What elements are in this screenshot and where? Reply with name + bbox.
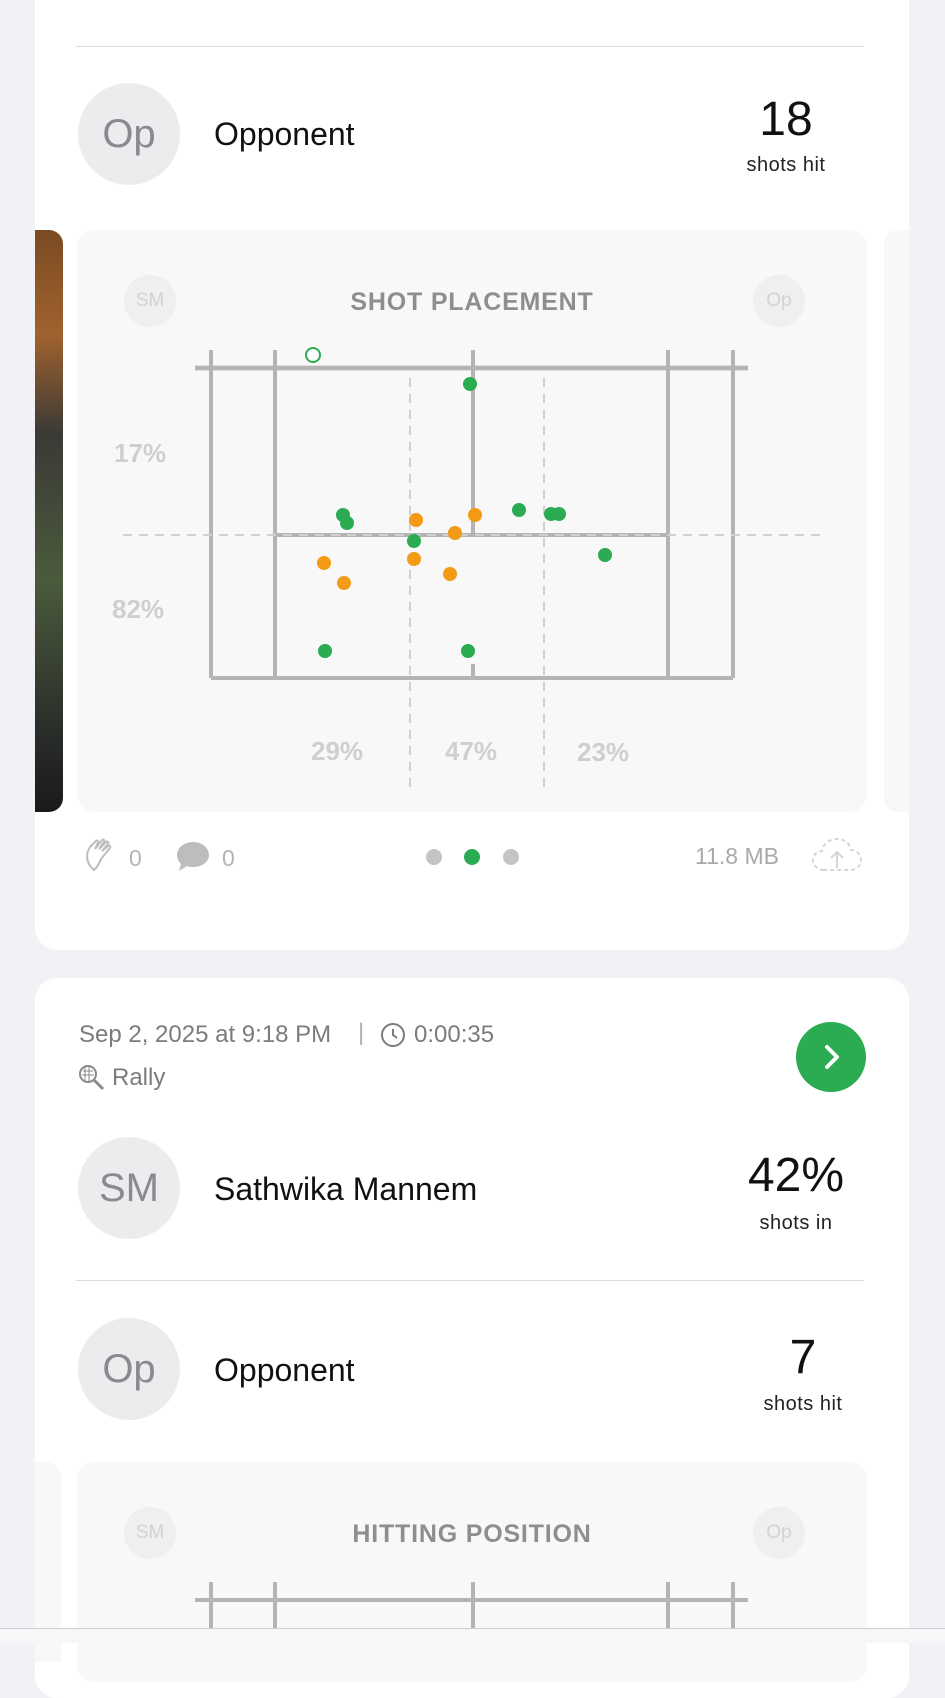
previous-slide-video-thumbnail[interactable] [35,230,63,812]
page-indicator-dot-active[interactable] [464,849,480,865]
chevron-right-icon [825,1045,839,1069]
player-avatar: SM [78,1137,180,1239]
hitting-position-panel[interactable]: SM Op HITTING POSITION [77,1462,867,1682]
page-indicator-dot[interactable] [503,849,519,865]
row-pct-top: 17% [114,438,167,468]
shot-placement-panel[interactable]: SM Op SHOT PLACEMENT [77,230,867,812]
file-size: 11.8 MB [695,843,779,869]
page-indicator-dot[interactable] [426,849,442,865]
shots-hit-label: shots hit [746,154,826,176]
col-pct-right: 23% [577,737,630,767]
upload-button[interactable] [810,836,864,881]
clock-icon [380,1022,406,1053]
row-pct-bottom: 82% [112,594,165,624]
shots-hit-value: 18 [759,93,813,146]
shots-in-value: 42% [747,1149,845,1202]
shots-hit-value: 7 [789,1331,817,1384]
opponent-name: Opponent [214,1352,355,1388]
divider [76,46,864,47]
session-duration: 0:00:35 [414,1021,495,1048]
racket-icon [78,1064,106,1097]
shots-hit-label: shots hit [763,1393,843,1415]
cloud-upload-icon [811,837,863,871]
opponent-avatar: Op [78,1318,180,1420]
opponent-name: Opponent [214,116,355,152]
comment-count: 0 [222,845,235,871]
player-name: Sathwika Mannem [214,1171,478,1207]
meta-separator: | [358,1019,365,1046]
tab-bar-edge [0,1628,945,1643]
col-pct-left: 29% [311,736,364,766]
panel-title: HITTING POSITION [352,1520,592,1548]
clap-icon [86,838,112,872]
opponent-avatar: Op [78,83,180,185]
divider [76,1280,864,1281]
col-pct-middle: 47% [445,736,498,766]
shots-in-label: shots in [759,1212,833,1234]
open-session-button[interactable] [796,1022,866,1092]
comment-bubble-icon [177,842,209,871]
comment-button[interactable] [175,839,211,878]
session-date: Sep 2, 2025 at 9:18 PM [79,1021,332,1048]
panel-title: SHOT PLACEMENT [350,288,594,316]
clap-button[interactable] [84,837,116,878]
session-mode: Rally [112,1064,166,1091]
clap-count: 0 [129,845,142,871]
next-slide-peek[interactable] [884,230,909,812]
